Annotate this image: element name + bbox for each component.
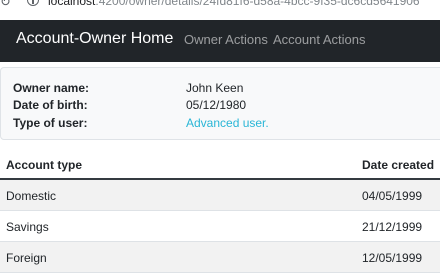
table-header: Account type Date created: [0, 150, 440, 180]
table-row: Foreign 12/05/1999: [0, 242, 440, 273]
date-created-cell: 04/05/1999: [362, 189, 423, 203]
table-row: Savings 21/12/1999: [0, 211, 440, 242]
url-text[interactable]: localhost:4200/owner/details/24fd81f6-d5…: [48, 0, 420, 8]
nav-owner-actions[interactable]: Owner Actions: [184, 32, 268, 47]
user-type-label: Type of user:: [13, 116, 88, 130]
table-row: Domestic 04/05/1999: [0, 180, 440, 211]
date-created-cell: 21/12/1999: [362, 220, 423, 234]
url-path: :4200/owner/details/24fd81f6-d58a-4bcc-9…: [95, 0, 420, 8]
nav-account-actions[interactable]: Account Actions: [273, 32, 366, 47]
user-type-value[interactable]: Advanced user.: [186, 116, 269, 130]
date-created-cell: 12/05/1999: [362, 251, 423, 265]
navbar-brand[interactable]: Account-Owner Home: [16, 30, 173, 48]
account-type-cell: Domestic: [6, 189, 57, 203]
account-type-cell: Savings: [6, 220, 49, 234]
browser-address-bar[interactable]: ↻ localhost:4200/owner/details/24fd81f6-…: [0, 0, 440, 18]
top-navbar: Account-Owner Home Owner Actions Account…: [0, 20, 440, 62]
date-of-birth-value: 05/12/1980: [186, 98, 247, 112]
account-type-cell: Foreign: [6, 251, 47, 265]
info-icon[interactable]: [27, 0, 39, 6]
owner-details-card: Owner name: John Keen Date of birth: 05/…: [0, 67, 440, 140]
url-host: localhost: [48, 0, 96, 8]
header-date-created: Date created: [362, 158, 435, 172]
owner-name-value: John Keen: [186, 81, 244, 95]
header-account-type: Account type: [6, 158, 83, 172]
reload-icon[interactable]: ↻: [0, 0, 11, 10]
owner-name-label: Owner name:: [13, 81, 90, 95]
date-of-birth-label: Date of birth:: [13, 98, 88, 112]
